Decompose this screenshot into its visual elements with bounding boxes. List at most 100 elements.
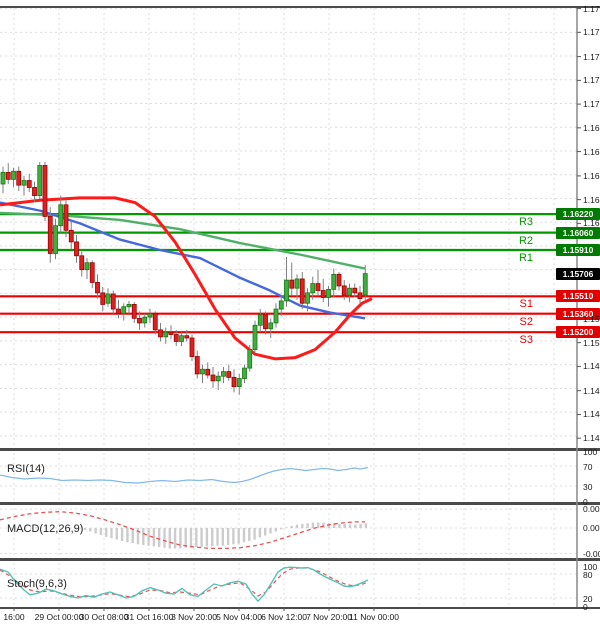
bull-candle (248, 350, 252, 369)
bull-candle (1, 172, 5, 184)
stoch-axis-label: 80 (583, 570, 592, 580)
price-axis-label: 1.14695 (583, 386, 600, 396)
bull-candle (180, 336, 184, 342)
current-price-badge: 1.15706 (556, 268, 600, 280)
price-axis-label: 1.17170 (583, 99, 600, 109)
bull-candle (122, 307, 126, 314)
bear-candle (80, 256, 84, 270)
bull-candle (127, 304, 131, 306)
level-label-r2: R2 (487, 235, 533, 247)
bull-candle (332, 274, 336, 289)
bear-candle (206, 369, 210, 375)
price-axis-label: 1.17995 (583, 4, 600, 14)
level-label-s3: S3 (487, 334, 533, 346)
level-label-s1: S1 (487, 298, 533, 310)
bear-candle (264, 315, 268, 329)
bear-candle (96, 282, 100, 292)
panel-separator (0, 558, 600, 561)
bear-candle (101, 293, 105, 305)
bear-candle (290, 280, 294, 288)
bear-candle (64, 205, 68, 230)
bear-candle (33, 187, 37, 195)
price-axis-label: 1.16550 (583, 171, 600, 181)
macd-label: MACD(12,26,9) (7, 523, 83, 536)
bull-candle (85, 263, 89, 270)
resistance-badge-r2: 1.16060 (556, 227, 600, 239)
bull-candle (143, 317, 147, 323)
bear-candle (337, 274, 341, 286)
bear-candle (117, 309, 121, 314)
bear-candle (358, 293, 362, 299)
bear-candle (69, 230, 73, 242)
stoch-label: Stoch(9,6,3) (7, 578, 67, 591)
bull-candle (311, 284, 315, 293)
bull-candle (327, 289, 331, 297)
macd-axis-label: 0.002772 (583, 504, 600, 514)
bear-candle (111, 294, 115, 309)
bear-candle (169, 332, 173, 334)
price-axis-label: 1.14490 (583, 409, 600, 419)
price-axis-label: 1.16345 (583, 195, 600, 205)
bear-candle (159, 330, 163, 337)
bear-candle (300, 279, 304, 303)
resistance-badge-r1: 1.15910 (556, 244, 600, 256)
price-axis-label: 1.14285 (583, 433, 600, 443)
bear-candle (174, 335, 178, 342)
bear-candle (43, 165, 47, 216)
price-axis-label: 1.15315 (583, 314, 600, 324)
rsi-axis-label: 70 (583, 462, 592, 472)
macd-axis-label: -0.003753 (583, 549, 600, 559)
stoch-axis-label: 0 (583, 602, 588, 612)
price-axis-label: 1.16965 (583, 123, 600, 133)
support-badge-s3: 1.15200 (556, 326, 600, 338)
bull-candle (285, 280, 289, 301)
bear-candle (90, 263, 94, 283)
price-axis-label: 1.17375 (583, 75, 600, 85)
bull-candle (22, 181, 26, 186)
bull-candle (237, 379, 241, 387)
bear-candle (185, 336, 189, 338)
rsi-axis-label: 30 (583, 482, 592, 492)
bear-candle (17, 171, 21, 185)
bull-candle (59, 205, 63, 226)
rsi-line (0, 468, 368, 484)
panel-separator (0, 607, 600, 609)
bear-candle (321, 291, 325, 298)
bull-candle (216, 376, 220, 381)
rsi-label: RSI(14) (7, 463, 45, 476)
bear-candle (153, 314, 157, 330)
bull-candle (253, 325, 257, 349)
bull-candle (164, 332, 168, 337)
macd-axis-label: 0.00 (583, 523, 600, 533)
bear-candle (75, 242, 79, 256)
price-axis-label: 1.16760 (583, 147, 600, 157)
bull-candle (243, 368, 247, 378)
panel-separator (0, 502, 600, 505)
bear-candle (132, 304, 136, 318)
bull-candle (363, 274, 367, 296)
price-axis-label: 1.16140 (583, 218, 600, 228)
bear-candle (316, 284, 320, 291)
support-badge-s1: 1.15510 (556, 290, 600, 302)
price-axis-label: 1.17580 (583, 52, 600, 62)
bull-candle (269, 323, 273, 329)
trading-chart-window: R31.16220R21.16060R11.15910S11.15510S21.… (0, 0, 600, 630)
level-label-r1: R1 (487, 252, 533, 264)
level-label-r3: R3 (487, 216, 533, 228)
bull-candle (148, 314, 152, 317)
bull-candle (106, 294, 110, 303)
bull-candle (348, 288, 352, 295)
bull-candle (274, 309, 278, 323)
bull-candle (201, 369, 205, 374)
bear-candle (6, 172, 10, 179)
bull-candle (222, 372, 226, 377)
bull-candle (258, 315, 262, 325)
bull-candle (12, 171, 16, 179)
bear-candle (27, 181, 31, 188)
panel-separator (0, 448, 600, 451)
panel-separator (0, 6, 600, 8)
price-axis-label: 1.15110 (583, 338, 600, 348)
bear-candle (232, 377, 236, 386)
bear-candle (190, 338, 194, 357)
bull-candle (54, 226, 58, 254)
